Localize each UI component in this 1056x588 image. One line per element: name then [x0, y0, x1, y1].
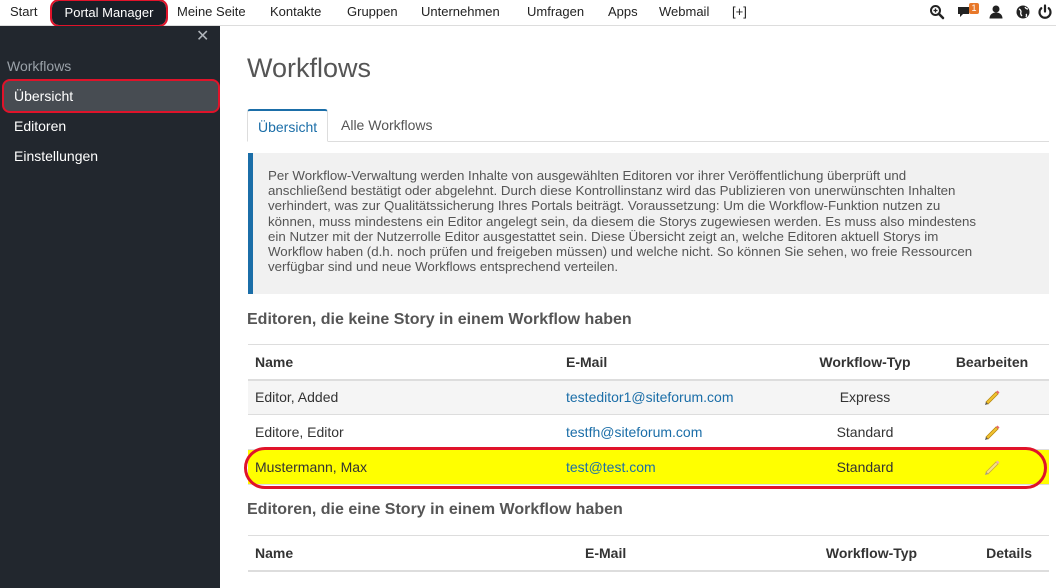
nav-webmail[interactable]: Webmail [659, 4, 709, 19]
tab-uebersicht[interactable]: Übersicht [247, 109, 329, 142]
info-line: können, muss mindestens ein Editor angel… [268, 213, 977, 229]
pencil-edit-icon[interactable] [982, 387, 1002, 407]
editor-name: Editor, Added [248, 379, 559, 415]
search-icon[interactable] [928, 3, 946, 21]
info-line: anschließend bestätigt oder abgelehnt. D… [268, 183, 956, 199]
editors-with-story-table: Name E-Mail Workflow-Typ Details [248, 535, 1049, 572]
page-title: Workflows [247, 53, 372, 83]
tab-bar: Übersicht Alle Workflows [247, 109, 1049, 142]
nav-umfragen[interactable]: Umfragen [527, 4, 584, 19]
info-line: Workflow haben (d.h. noch prüfen und fre… [268, 244, 973, 260]
workflow-type: Standard [795, 414, 935, 450]
editor-email-link[interactable]: testeditor1@siteforum.com [566, 389, 734, 405]
info-line: Per Workflow-Verwaltung werden Inhalte v… [268, 168, 907, 183]
column-header-name: Name [248, 344, 559, 381]
nav-portal-manager[interactable]: Portal Manager [50, 0, 168, 27]
info-line: ein Nutzer mit der Nutzerrolle Editor au… [268, 228, 939, 244]
section-title-with-story: Editoren, die eine Story in einem Workfl… [247, 501, 623, 518]
sidebar-heading: Workflows [7, 58, 72, 74]
table-row: Editore, Editor testfh@siteforum.com Sta… [248, 414, 1049, 450]
editor-name: Editore, Editor [248, 414, 559, 450]
nav-meine-seite[interactable]: Meine Seite [177, 4, 246, 19]
column-header-details: Details [935, 535, 1049, 572]
nav-start[interactable]: Start [10, 4, 37, 19]
info-line: verfügbar sind und neue Workflows entspr… [268, 259, 619, 275]
sidebar-item-editoren[interactable]: Editoren [14, 118, 66, 134]
nav-apps[interactable]: Apps [608, 4, 638, 19]
workflow-type: Express [795, 379, 935, 415]
column-header-email: E-Mail [559, 535, 795, 572]
power-icon[interactable] [1036, 3, 1054, 21]
table-row-highlighted: Mustermann, Max test@test.com Standard [248, 449, 1049, 485]
sidebar: ✕ Workflows Übersicht Editoren Einstellu… [0, 26, 220, 588]
top-navigation: Start Portal Manager Meine Seite Kontakt… [0, 0, 1056, 27]
tab-alle-workflows[interactable]: Alle Workflows [331, 109, 443, 142]
column-header-name: Name [248, 535, 559, 572]
editor-email-link[interactable]: testfh@siteforum.com [566, 424, 702, 440]
pencil-edit-icon[interactable] [982, 457, 1002, 477]
table-header-row: Name E-Mail Workflow-Typ Bearbeiten [248, 344, 1049, 381]
editor-name: Mustermann, Max [248, 449, 559, 485]
sidebar-item-einstellungen[interactable]: Einstellungen [14, 148, 98, 164]
user-icon[interactable] [987, 3, 1005, 21]
table-row: Editor, Added testeditor1@siteforum.com … [248, 379, 1049, 415]
column-header-edit: Bearbeiten [935, 344, 1049, 381]
column-header-email: E-Mail [559, 344, 795, 381]
column-header-workflow-type: Workflow-Typ [795, 344, 935, 381]
nav-unternehmen[interactable]: Unternehmen [421, 4, 500, 19]
workflow-type: Standard [795, 449, 935, 485]
nav-gruppen[interactable]: Gruppen [347, 4, 398, 19]
section-title-no-story: Editoren, die keine Story in einem Workf… [247, 311, 632, 328]
editor-email-link[interactable]: test@test.com [566, 459, 656, 475]
notification-badge: 1 [969, 3, 979, 14]
nav-kontakte[interactable]: Kontakte [270, 4, 321, 19]
info-line: verhindert, was zur Qualitätssicherung I… [268, 198, 941, 214]
info-box: Per Workflow-Verwaltung werden Inhalte v… [248, 153, 1049, 294]
editors-without-story-table: Name E-Mail Workflow-Typ Bearbeiten Edit… [248, 344, 1049, 485]
sidebar-item-uebersicht[interactable]: Übersicht [14, 88, 73, 104]
globe-icon[interactable] [1014, 3, 1032, 21]
close-icon[interactable]: ✕ [196, 27, 209, 47]
nav-more[interactable]: [+] [732, 4, 747, 19]
table-header-row: Name E-Mail Workflow-Typ Details [248, 535, 1049, 572]
column-header-workflow-type: Workflow-Typ [795, 535, 935, 572]
pencil-edit-icon[interactable] [982, 422, 1002, 442]
